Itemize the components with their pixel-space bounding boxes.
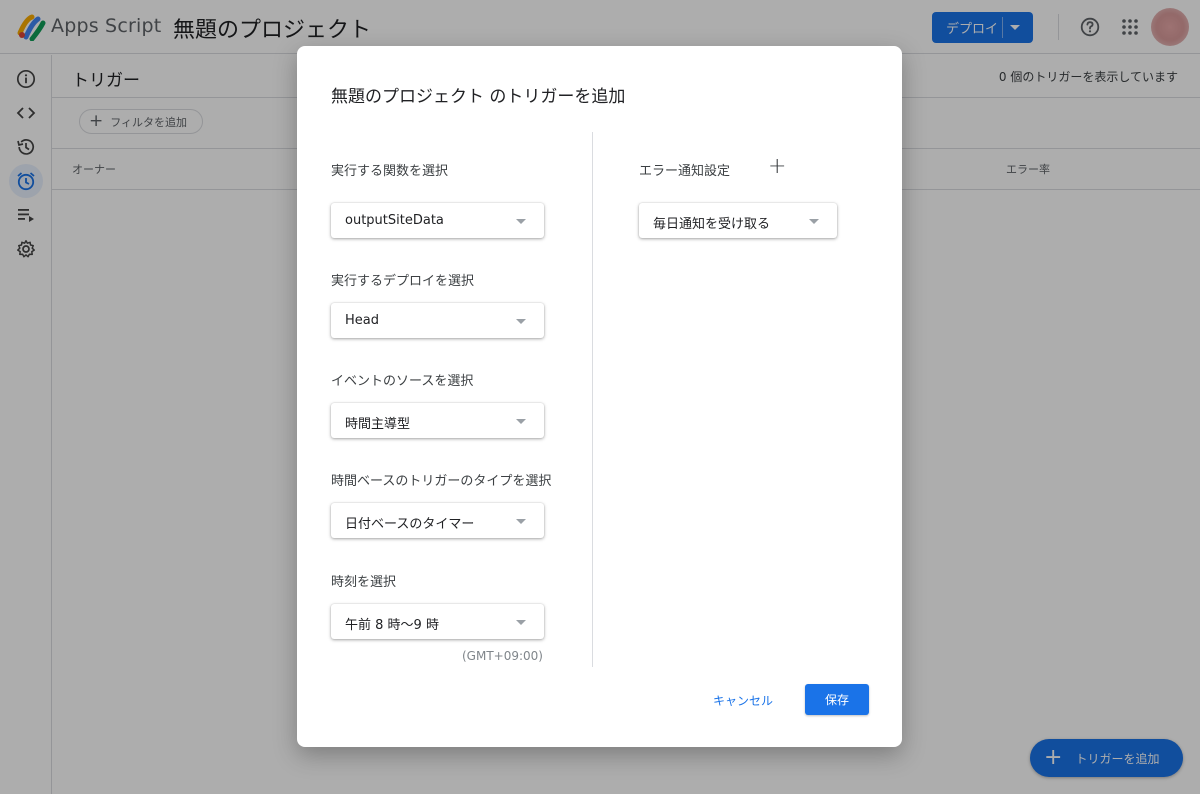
trigger-type-select[interactable]: 日付ベースのタイマー	[331, 503, 544, 538]
dialog-title: 無題のプロジェクト のトリガーを追加	[331, 87, 626, 107]
column-divider	[592, 132, 593, 667]
cancel-button[interactable]: キャンセル	[705, 684, 781, 716]
deployment-select[interactable]: Head	[331, 303, 544, 338]
error-notification-label: エラー通知設定	[639, 164, 731, 179]
dropdown-arrow-icon	[516, 620, 526, 625]
event-source-select-value: 時間主導型	[345, 417, 411, 432]
time-select[interactable]: 午前 8 時〜9 時	[331, 604, 544, 639]
function-select-value: outputSiteData	[345, 213, 444, 228]
deployment-select-value: Head	[345, 313, 379, 328]
dropdown-arrow-icon	[809, 219, 819, 224]
error-notification-select-value: 毎日通知を受け取る	[653, 217, 771, 232]
dropdown-arrow-icon	[516, 219, 526, 224]
function-select-label: 実行する関数を選択	[331, 164, 449, 179]
save-button[interactable]: 保存	[805, 684, 869, 715]
timezone-note: (GMT+09:00)	[462, 649, 543, 663]
deployment-select-label: 実行するデプロイを選択	[331, 274, 475, 289]
add-notification-icon[interactable]: +	[768, 156, 786, 178]
error-notification-select[interactable]: 毎日通知を受け取る	[639, 203, 837, 238]
time-select-label: 時刻を選択	[331, 575, 397, 590]
trigger-type-select-value: 日付ベースのタイマー	[345, 517, 475, 532]
dropdown-arrow-icon	[516, 319, 526, 324]
event-source-select-label: イベントのソースを選択	[331, 374, 474, 389]
time-select-value: 午前 8 時〜9 時	[345, 618, 439, 633]
function-select[interactable]: outputSiteData	[331, 203, 544, 238]
dropdown-arrow-icon	[516, 519, 526, 524]
add-trigger-dialog: 無題のプロジェクト のトリガーを追加 実行する関数を選択 outputSiteD…	[297, 46, 902, 747]
trigger-type-select-label: 時間ベースのトリガーのタイプを選択	[331, 474, 552, 489]
dropdown-arrow-icon	[516, 419, 526, 424]
event-source-select[interactable]: 時間主導型	[331, 403, 544, 438]
